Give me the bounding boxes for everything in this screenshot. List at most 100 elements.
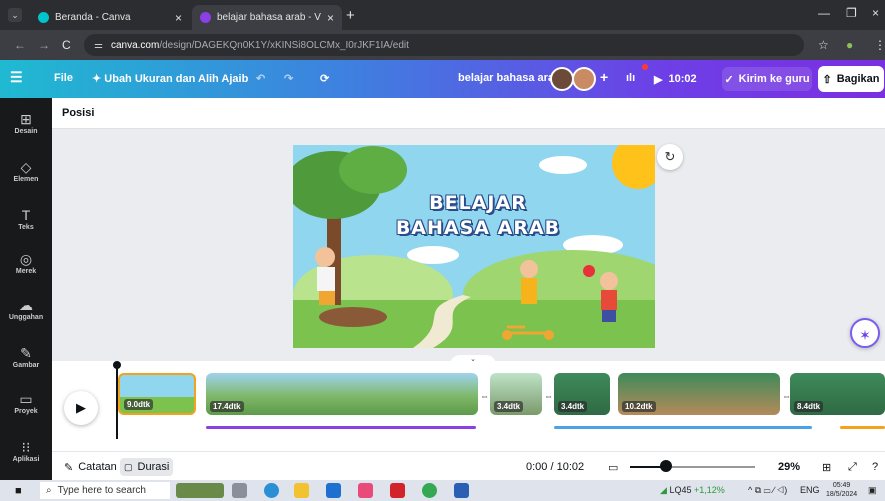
notification-icon[interactable]: ▣: [868, 485, 877, 496]
back-icon[interactable]: ←: [14, 38, 26, 52]
cloud-saved-icon[interactable]: ⟳: [320, 72, 329, 85]
stock-change: +1,12%: [693, 485, 725, 495]
play-button[interactable]: ▶: [64, 391, 98, 425]
clock-date: 18/5/2024: [826, 491, 858, 498]
canva-toolbar: ☰ File ✦ Ubah Ukuran dan Alih Ajaib ↶ ↷ …: [0, 60, 885, 98]
minimize-icon[interactable]: —: [818, 6, 830, 20]
sidebar-item-elemen[interactable]: ◇ Elemen: [0, 158, 52, 183]
windows-start-icon[interactable]: ■: [15, 485, 22, 497]
insights-icon[interactable]: ılı: [626, 72, 635, 84]
zoom-level[interactable]: 29%: [774, 458, 804, 476]
timeline: ▶ 9.0dtk 17.4dtk 3.4dtk 3.4dtk 10.2dtk 8…: [52, 361, 885, 451]
sidebar-item-teks[interactable]: T Teks: [0, 206, 52, 231]
share-button[interactable]: ⇧ Bagikan: [818, 66, 884, 92]
audio-track[interactable]: [554, 426, 812, 429]
forward-icon[interactable]: →: [38, 38, 50, 52]
regenerate-icon[interactable]: ↻: [657, 144, 683, 170]
duration-label: Durasi: [137, 461, 170, 473]
windows-taskbar: ■ ⌕ Type here to search ◢ LQ45 +1,12% ^ …: [0, 480, 885, 501]
hamburger-icon[interactable]: ☰: [10, 69, 23, 86]
extension-icon[interactable]: ●: [846, 38, 853, 52]
transition-icon[interactable]: ⇔: [480, 391, 489, 401]
word-icon[interactable]: [454, 483, 469, 498]
timeline-clip[interactable]: 3.4dtk: [554, 373, 610, 415]
tab-title: belajar bahasa arab - Video: [217, 12, 321, 23]
zoom-handle[interactable]: [660, 460, 673, 472]
help-icon[interactable]: ?: [868, 458, 882, 476]
zoom-slider[interactable]: [630, 466, 755, 468]
timeline-view-icon[interactable]: ▭: [604, 458, 622, 476]
sidebar-item-label: Unggahan: [8, 314, 44, 321]
magic-assist-icon[interactable]: ✶: [850, 318, 880, 348]
stock-widget[interactable]: ◢ LQ45 +1,12%: [660, 485, 725, 496]
file-menu[interactable]: File: [54, 72, 73, 84]
sidebar-item-label: Teks: [18, 224, 34, 231]
timeline-clip[interactable]: 8.4dtk: [790, 373, 885, 415]
bottom-bar: ✎ Catatan ▢ Durasi 0:00 / 10:02 ▭ 29% ⊞ …: [52, 451, 885, 480]
restore-icon[interactable]: ❐: [846, 6, 857, 20]
design-illustration: [293, 145, 655, 348]
folder-icon: ▭: [19, 391, 33, 407]
play-icon: ▶: [654, 73, 663, 86]
notes-icon: ✎: [64, 461, 74, 474]
send-to-teacher-button[interactable]: ✓ Kirim ke guru: [722, 67, 812, 91]
tab-search-icon[interactable]: ⌄: [8, 8, 22, 22]
chrome-icon[interactable]: [422, 483, 437, 498]
avatar[interactable]: [550, 67, 574, 91]
taskbar-search-input[interactable]: ⌕ Type here to search: [40, 482, 170, 499]
sidebar-item-desain[interactable]: ⊞ Desain: [0, 110, 52, 135]
browser-menu-icon[interactable]: ⋮: [874, 38, 885, 52]
design-page[interactable]: BELAJAR BAHASA ARAB: [293, 145, 655, 348]
sidebar-item-label: Elemen: [13, 176, 39, 183]
tab-close-icon[interactable]: ×: [175, 11, 182, 25]
design-title[interactable]: BELAJAR BAHASA ARAB: [393, 191, 563, 241]
new-tab-icon[interactable]: +: [346, 7, 355, 24]
language-indicator[interactable]: ENG: [800, 485, 820, 495]
position-button[interactable]: Posisi: [62, 107, 94, 119]
undo-icon[interactable]: ↶: [256, 72, 265, 85]
duration-button[interactable]: ▢ Durasi: [120, 458, 174, 476]
grid-view-icon[interactable]: ⊞: [818, 458, 835, 476]
resize-magic-button[interactable]: ✦ Ubah Ukuran dan Alih Ajaib: [92, 72, 248, 85]
audio-track[interactable]: [840, 426, 885, 429]
avatar[interactable]: [572, 67, 596, 91]
sidebar-item-gambar[interactable]: ✎ Gambar: [0, 344, 52, 369]
timeline-clip[interactable]: 9.0dtk: [118, 373, 196, 415]
redo-icon[interactable]: ↷: [284, 72, 293, 85]
clock[interactable]: 05:49 18/5/2024: [826, 481, 857, 499]
task-view-icon[interactable]: [232, 483, 247, 498]
tab-beranda[interactable]: Beranda - Canva ×: [30, 5, 190, 30]
sidebar-item-unggahan[interactable]: ☁ Unggahan: [0, 296, 52, 321]
sidebar-item-aplikasi[interactable]: ⁝⁝ Aplikasi: [0, 438, 52, 463]
notes-label: Catatan: [78, 461, 117, 473]
audio-track[interactable]: [206, 426, 476, 429]
fullscreen-icon[interactable]: ⤢: [844, 458, 861, 476]
site-info-icon[interactable]: ⚌: [94, 40, 103, 51]
resize-label: Ubah Ukuran dan Alih Ajaib: [104, 73, 249, 85]
timeline-clip[interactable]: 3.4dtk: [490, 373, 542, 415]
edge-icon[interactable]: [264, 483, 279, 498]
tab-close-icon[interactable]: ×: [327, 11, 334, 25]
acrobat-icon[interactable]: [390, 483, 405, 498]
transition-icon[interactable]: ⇔: [544, 391, 553, 401]
reload-icon[interactable]: C: [62, 38, 71, 52]
transition-icon[interactable]: ⇔: [782, 391, 791, 401]
store-icon[interactable]: [358, 483, 373, 498]
sidebar-item-merek[interactable]: ◎ Merek: [0, 250, 52, 275]
sidebar-item-proyek[interactable]: ▭ Proyek: [0, 390, 52, 415]
timeline-clip[interactable]: 17.4dtk: [206, 373, 478, 415]
window-close-icon[interactable]: ×: [872, 6, 879, 20]
bookmark-star-icon[interactable]: ☆: [818, 38, 829, 52]
check-circle-icon: ✓: [724, 73, 734, 86]
system-tray-icons[interactable]: ^ ⧉ ▭ ∕ ◁): [748, 485, 787, 496]
present-timer-button[interactable]: ▶ 10:02: [648, 68, 703, 90]
timeline-clip[interactable]: 10.2dtk: [618, 373, 780, 415]
url-field[interactable]: ⚌ canva.com /design/DAGEKQn0K1Y/xKINSi8O…: [84, 34, 804, 56]
tab-video[interactable]: belajar bahasa arab - Video ×: [192, 5, 342, 30]
notes-button[interactable]: ✎ Catatan: [60, 458, 121, 476]
add-collaborator-button[interactable]: +: [600, 69, 608, 85]
file-explorer-icon[interactable]: [294, 483, 309, 498]
widgets-icon[interactable]: [176, 483, 224, 498]
mail-icon[interactable]: [326, 483, 341, 498]
design-title[interactable]: belajar bahasa arab: [458, 72, 561, 84]
